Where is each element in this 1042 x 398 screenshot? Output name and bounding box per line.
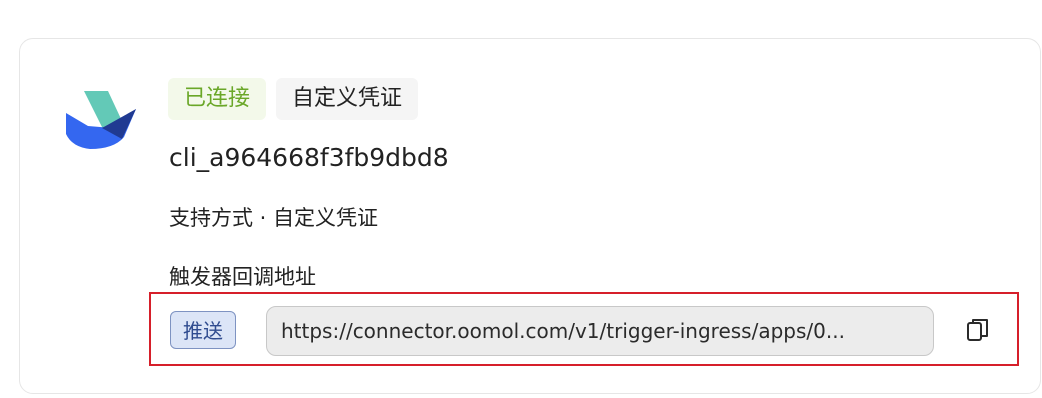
copy-url-button[interactable] [962,314,994,346]
blue-green-bird-logo-icon [66,91,136,149]
status-badges: 已连接 自定义凭证 [168,78,419,120]
connected-status-badge: 已连接 [168,78,267,120]
client-id: cli_a964668f3fb9dbd8 [169,143,449,172]
push-tag: 推送 [170,311,236,349]
callback-url-highlight-box: 推送 https://connector.oomol.com/v1/trigge… [149,292,1019,366]
integration-card: 已连接 自定义凭证 cli_a964668f3fb9dbd8 支持方式 · 自定… [19,38,1041,394]
custom-credential-badge: 自定义凭证 [276,78,419,120]
trigger-callback-title: 触发器回调地址 [169,265,316,289]
callback-url-field[interactable]: https://connector.oomol.com/v1/trigger-i… [266,306,934,356]
copy-icon [967,319,988,341]
support-method-text: 支持方式 · 自定义凭证 [169,206,379,230]
